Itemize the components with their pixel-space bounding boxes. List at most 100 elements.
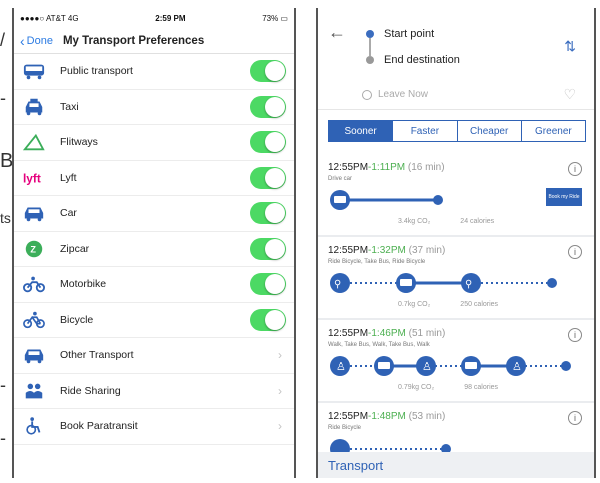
svg-text:♙: ♙ xyxy=(422,360,432,373)
public-transport-toggle[interactable] xyxy=(250,60,286,83)
route-duration: (16 min) xyxy=(407,162,445,173)
back-arrow-icon[interactable]: ← xyxy=(328,22,346,43)
depart-time: 12:55PM xyxy=(328,245,369,256)
svg-text:Z: Z xyxy=(30,244,36,254)
pref-row-lyft[interactable]: lyft Lyft xyxy=(14,161,294,196)
route-stats: 0.79kg CO₂ 98 calories xyxy=(398,384,498,391)
book-my-ride-button[interactable]: Book my Ride xyxy=(546,188,582,206)
pref-row-other-transport[interactable]: Other Transport › xyxy=(14,338,294,374)
edge-fragment: / xyxy=(0,30,6,50)
edge-fragment: ts xyxy=(0,210,11,226)
car-toggle[interactable] xyxy=(250,202,286,225)
transport-section-title: Transport xyxy=(318,452,594,478)
pref-label: Motorbike xyxy=(60,278,107,291)
pref-label: Flitways xyxy=(60,136,98,149)
page-title: My Transport Preferences xyxy=(62,34,205,47)
bicycle-toggle[interactable] xyxy=(250,308,286,331)
bicycle-icon xyxy=(20,309,48,331)
edge-fragment: - xyxy=(0,428,6,448)
pref-label: Car xyxy=(60,207,77,220)
info-icon[interactable]: i xyxy=(568,245,582,259)
route-duration: (37 min) xyxy=(408,245,446,256)
pref-row-ride-sharing[interactable]: Ride Sharing › xyxy=(14,374,294,409)
pref-row-car[interactable]: Car xyxy=(14,196,294,232)
route-modes: Drive car xyxy=(328,176,353,182)
calories-stat: 98 calories xyxy=(464,384,499,391)
toggle-knob xyxy=(265,96,285,117)
tab-cheaper[interactable]: Cheaper xyxy=(458,121,522,141)
route-stats: 0.7kg CO₂ 250 calories xyxy=(398,301,498,308)
zipcar-toggle[interactable] xyxy=(250,237,286,260)
end-dot xyxy=(366,56,374,64)
tab-sooner[interactable]: Sooner xyxy=(329,121,394,141)
route-timeline xyxy=(330,190,443,210)
info-icon[interactable]: i xyxy=(568,328,582,342)
preference-list: Public transport Taxi Flitways lyft Lyft xyxy=(14,54,294,445)
chevron-left-icon: ‹ xyxy=(20,32,25,49)
swap-icon[interactable]: ⇅ xyxy=(564,38,576,55)
route-card[interactable]: 12:55PM-1:32PM (37 min) Ride Bicycle, Ta… xyxy=(318,237,594,318)
pref-label: Taxi xyxy=(60,100,79,113)
route-list: 12:55PM-1:11PM (16 min) Drive car i Book… xyxy=(318,154,594,478)
edge-fragment: - xyxy=(0,88,6,108)
pref-row-public-transport[interactable]: Public transport xyxy=(14,54,294,90)
pref-row-book-paratransit[interactable]: Book Paratransit › xyxy=(14,409,294,445)
pref-label: Other Transport xyxy=(60,349,134,362)
preferences-screen: ●●●●○ AT&T 4G 2:59 PM 73% ▭ ‹ Done My Tr… xyxy=(12,8,296,478)
done-label: Done xyxy=(26,34,53,47)
pref-label: Zipcar xyxy=(60,242,90,255)
route-card[interactable]: 12:55PM-1:11PM (16 min) Drive car i Book… xyxy=(318,154,594,235)
flitways-toggle[interactable] xyxy=(250,131,286,154)
pref-row-taxi[interactable]: Taxi xyxy=(14,90,294,125)
end-destination-field[interactable]: End destination xyxy=(384,54,460,66)
pref-label: Book Paratransit xyxy=(60,420,138,433)
svg-text:⚲: ⚲ xyxy=(465,279,472,290)
lyft-icon: lyft xyxy=(20,167,48,189)
leave-now-selector[interactable]: Leave Now xyxy=(362,89,428,100)
svg-text:♙: ♙ xyxy=(512,360,522,373)
clock-label: 2:59 PM xyxy=(155,13,186,23)
toggle-knob xyxy=(265,309,285,330)
route-time: 12:55PM-1:11PM (16 min) xyxy=(328,162,445,173)
pref-label: Lyft xyxy=(60,171,77,184)
pref-row-zipcar[interactable]: Z Zipcar xyxy=(14,232,294,267)
tab-faster[interactable]: Faster xyxy=(393,121,458,141)
motorbike-toggle[interactable] xyxy=(250,273,286,296)
pref-row-bicycle[interactable]: Bicycle xyxy=(14,303,294,338)
route-modes: Ride Bicycle xyxy=(328,425,362,431)
toggle-knob xyxy=(265,61,285,82)
done-button[interactable]: ‹ Done xyxy=(20,34,53,48)
chevron-right-icon: › xyxy=(278,419,282,434)
car-icon xyxy=(20,202,48,224)
pref-label: Public transport xyxy=(60,65,133,78)
taxi-toggle[interactable] xyxy=(250,95,286,118)
route-header: ← Start point End destination ⇅ Leave No… xyxy=(318,8,594,110)
route-line xyxy=(369,38,371,56)
arrive-time: -1:11PM xyxy=(368,162,406,173)
battery-label: 73% ▭ xyxy=(262,13,288,23)
chevron-right-icon: › xyxy=(278,383,282,398)
route-card[interactable]: 12:55PM-1:46PM (51 min) Walk, Take Bus, … xyxy=(318,320,594,401)
route-timeline: ♙ ♙ ♙ xyxy=(330,356,571,376)
svg-text:lyft: lyft xyxy=(23,171,41,185)
route-duration: (51 min) xyxy=(408,328,446,339)
start-point-field[interactable]: Start point xyxy=(384,28,434,40)
route-time: 12:55PM-1:32PM (37 min) xyxy=(328,245,445,256)
people-icon xyxy=(20,380,48,402)
motorbike-icon xyxy=(20,273,48,295)
tab-greener[interactable]: Greener xyxy=(522,121,585,141)
pref-row-flitways[interactable]: Flitways xyxy=(14,125,294,161)
toggle-knob xyxy=(265,203,285,224)
route-time: 12:55PM-1:48PM (53 min) xyxy=(328,411,445,422)
edge-fragment: - xyxy=(0,375,6,395)
route-duration: (53 min) xyxy=(408,411,446,422)
lyft-toggle[interactable] xyxy=(250,166,286,189)
pref-row-motorbike[interactable]: Motorbike xyxy=(14,267,294,303)
info-icon[interactable]: i xyxy=(568,162,582,176)
route-endpoints-icon xyxy=(366,30,374,64)
status-bar: ●●●●○ AT&T 4G 2:59 PM 73% ▭ xyxy=(14,8,294,28)
info-icon[interactable]: i xyxy=(568,411,582,425)
car-icon xyxy=(20,344,48,366)
heart-icon[interactable]: ♡ xyxy=(563,86,576,103)
toggle-knob xyxy=(265,167,285,188)
